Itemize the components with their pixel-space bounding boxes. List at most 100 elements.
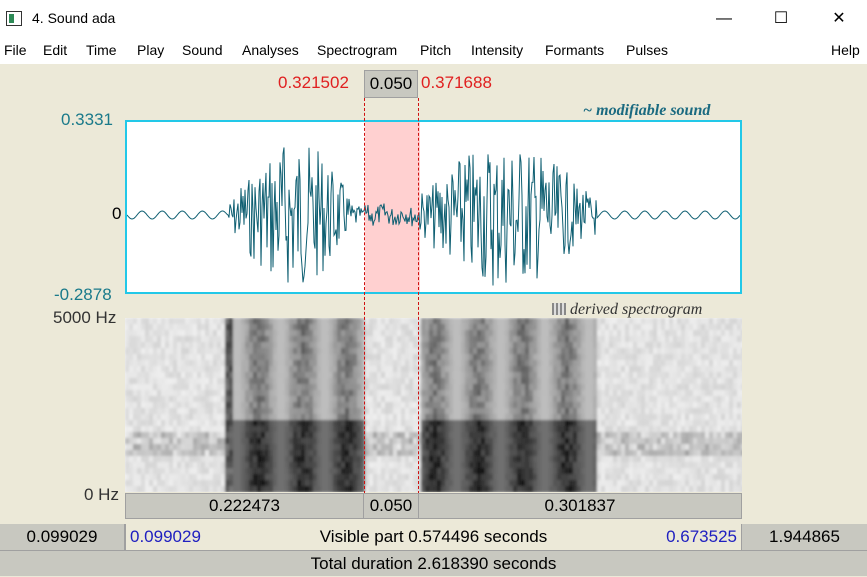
spectrogram-cell — [301, 402, 306, 409]
spectrogram-cell — [373, 396, 378, 403]
spectrogram-cell — [693, 336, 698, 343]
spectrogram-cell — [289, 402, 294, 409]
spectrogram-cell — [705, 348, 710, 355]
close-button[interactable]: ✕ — [813, 0, 865, 38]
spectrogram-cell — [641, 336, 646, 343]
spectrogram-cell — [397, 408, 402, 415]
spectrogram-cell — [345, 354, 350, 361]
menu-file[interactable]: File — [4, 42, 27, 58]
spectrogram-cell — [173, 318, 178, 325]
maximize-button[interactable]: ☐ — [755, 0, 807, 38]
selection-start-line[interactable] — [364, 98, 365, 494]
spectrogram-cell — [125, 330, 130, 337]
spectrogram-cell — [541, 426, 546, 433]
spectrogram-cell — [573, 474, 578, 481]
spectrogram-cell — [249, 348, 254, 355]
spectrogram-cell — [733, 402, 738, 409]
spectrogram-panel[interactable] — [125, 318, 742, 492]
menu-intensity[interactable]: Intensity — [471, 42, 523, 58]
spectrogram-cell — [693, 342, 698, 349]
waveform-panel[interactable] — [125, 120, 742, 294]
menu-sound[interactable]: Sound — [182, 42, 222, 58]
spectrogram-cell — [189, 468, 194, 475]
spectrogram-cell — [341, 432, 346, 439]
spectrogram-cell — [345, 438, 350, 445]
menu-formants[interactable]: Formants — [545, 42, 604, 58]
spectrogram-cell — [325, 450, 330, 457]
spectrogram-cell — [685, 324, 690, 331]
spectrogram-cell — [293, 318, 298, 325]
menu-spectrogram[interactable]: Spectrogram — [317, 42, 397, 58]
spectrogram-cell — [645, 336, 650, 343]
time-selection[interactable]: 0.050 — [363, 493, 419, 519]
spectrogram-cell — [173, 468, 178, 475]
total-duration-bar[interactable]: Total duration 2.618390 seconds — [0, 550, 867, 576]
spectrogram-cell — [665, 468, 670, 475]
spectrogram-cell — [273, 318, 278, 325]
spectrogram-cell — [129, 438, 134, 445]
menu-pitch[interactable]: Pitch — [420, 42, 451, 58]
spectrogram-cell — [293, 444, 298, 451]
spectrogram-cell — [349, 360, 354, 367]
spectrogram-cell — [509, 486, 514, 492]
spectrogram-cell — [709, 318, 714, 325]
visible-part-cell[interactable]: 0.099029 Visible part 0.574496 seconds 0… — [125, 524, 742, 550]
spectrogram-cell — [653, 444, 658, 451]
spectrogram-cell — [717, 474, 722, 481]
spectrogram-cell — [173, 396, 178, 403]
menu-edit[interactable]: Edit — [43, 42, 67, 58]
window-before-visible[interactable]: 0.099029 — [0, 524, 125, 550]
spectrogram-cell — [269, 384, 274, 391]
minimize-button[interactable]: — — [698, 0, 750, 38]
spectrogram-cell — [161, 402, 166, 409]
spectrogram-cell — [293, 432, 298, 439]
spectrogram-cell — [545, 360, 550, 367]
spectrogram-cell — [149, 480, 154, 487]
menu-play[interactable]: Play — [137, 42, 164, 58]
spectrogram-cell — [513, 426, 518, 433]
spectrogram-cell — [597, 408, 602, 415]
spectrogram-cell — [681, 462, 686, 469]
spectrogram-cell — [717, 348, 722, 355]
spectrogram-cell — [441, 450, 446, 457]
menu-time[interactable]: Time — [86, 42, 117, 58]
selection-end-line[interactable] — [418, 98, 419, 494]
spectrogram-cell — [317, 318, 322, 325]
spectrogram-cell — [621, 330, 626, 337]
spectrogram-cell — [197, 384, 202, 391]
spectrogram-cell — [737, 336, 742, 343]
spectrogram-cell — [669, 456, 674, 463]
spectrogram-cell — [429, 450, 434, 457]
spectrogram-cell — [581, 462, 586, 469]
spectrogram-cell — [457, 336, 462, 343]
window-after-visible[interactable]: 1.944865 — [742, 524, 867, 550]
spectrogram-cell — [341, 486, 346, 492]
spectrogram-cell — [433, 462, 438, 469]
spectrogram-cell — [465, 432, 470, 439]
spectrogram-cell — [721, 468, 726, 475]
spectrogram-cell — [405, 372, 410, 379]
spectrogram-cell — [661, 384, 666, 391]
spectrogram-cell — [737, 324, 742, 331]
spectrogram-cell — [561, 390, 566, 397]
menu-pulses[interactable]: Pulses — [626, 42, 668, 58]
spectrogram-cell — [521, 408, 526, 415]
spectrogram-cell — [293, 378, 298, 385]
spectrogram-cell — [261, 360, 266, 367]
menu-analyses[interactable]: Analyses — [242, 42, 299, 58]
spectrogram-cell — [153, 378, 158, 385]
selection-duration-top[interactable]: 0.050 — [364, 70, 418, 98]
spectrogram-cell — [597, 396, 602, 403]
menu-help[interactable]: Help — [831, 42, 860, 58]
time-after-selection[interactable]: 0.301837 — [418, 493, 742, 519]
spectrogram-cell — [305, 462, 310, 469]
spectrogram-cell — [693, 414, 698, 421]
spectrogram-cell — [345, 444, 350, 451]
spectrogram-cell — [629, 372, 634, 379]
time-before-selection[interactable]: 0.222473 — [125, 493, 364, 519]
spectrogram-cell — [185, 444, 190, 451]
spectrogram-cell — [477, 342, 482, 349]
spectrogram-cell — [149, 486, 154, 492]
spectrogram-cell — [377, 372, 382, 379]
spectrogram-cell — [373, 366, 378, 373]
